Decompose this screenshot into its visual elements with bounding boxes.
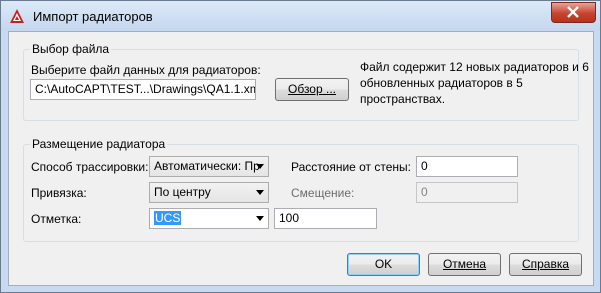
ok-button-label: OK (374, 257, 393, 271)
elevation-reference-combo[interactable]: UCS (149, 208, 269, 229)
close-button[interactable] (551, 2, 596, 23)
dialog-body: Выбор файла Выберите файл данных для рад… (8, 31, 594, 286)
snap-select[interactable]: По центру (149, 182, 269, 203)
elevation-value-field[interactable]: 100 (274, 208, 377, 229)
chevron-down-icon (256, 190, 264, 195)
snap-label: Привязка: (31, 186, 87, 200)
snap-select-value: По центру (154, 185, 211, 199)
file-selection-title: Выбор файла (30, 42, 112, 56)
autocad-logo-icon (10, 9, 24, 23)
title-bar[interactable]: Импорт радиаторов (1, 1, 600, 31)
close-icon (567, 6, 579, 18)
chevron-down-icon (256, 164, 264, 169)
radiator-placement-title: Размещение радиатора (30, 137, 168, 151)
browse-button-label: Обзор ... (288, 82, 336, 96)
cancel-button-label: Отмена (442, 257, 487, 271)
elevation-label: Отметка: (31, 212, 82, 226)
ok-button[interactable]: OK (347, 253, 420, 276)
elevation-reference-value: UCS (154, 211, 182, 225)
select-file-label: Выберите файл данных для радиаторов: (31, 63, 261, 77)
offset-label: Смещение: (291, 186, 355, 200)
offset-field: 0 (416, 182, 518, 203)
routing-select[interactable]: Автоматически: Пр (149, 156, 269, 177)
file-path-field[interactable]: C:\AutoCAPT\TEST...\Drawings\QA1.1.xml (30, 79, 256, 100)
routing-select-value: Автоматически: Пр (154, 159, 260, 173)
wall-distance-label: Расстояние от стены: (291, 160, 412, 174)
chevron-down-icon (256, 216, 264, 221)
browse-button[interactable]: Обзор ... (275, 78, 349, 101)
routing-label: Способ трассировки: (31, 160, 149, 174)
help-button-label: Справка (521, 257, 570, 271)
cancel-button[interactable]: Отмена (428, 253, 501, 276)
file-description: Файл содержит 12 новых радиаторов и 6 об… (360, 60, 589, 106)
wall-distance-field[interactable]: 0 (416, 156, 518, 177)
help-button[interactable]: Справка (509, 253, 582, 276)
import-radiators-dialog: Импорт радиаторов Выбор файла Выберите ф… (0, 0, 601, 293)
window-title: Импорт радиаторов (33, 9, 153, 24)
